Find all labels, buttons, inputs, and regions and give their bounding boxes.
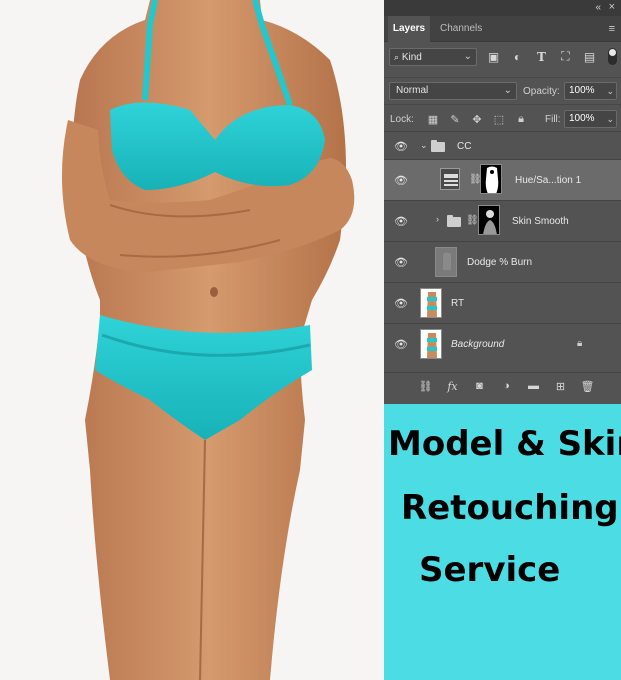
layer-thumbnail[interactable]	[420, 288, 442, 318]
layer-row-skin-smooth[interactable]: 👁︎ › ⛓︎ Skin Smooth	[384, 200, 621, 241]
kind-label: Kind	[401, 52, 422, 63]
visibility-eye-icon[interactable]: 👁︎	[394, 256, 410, 269]
adjustment-filter-icon[interactable]: ◐	[509, 48, 526, 65]
new-layer-icon[interactable]: ⊞	[551, 378, 570, 394]
promo-line-1: Model & Skin	[388, 424, 621, 464]
panel-title-bar: « ×	[384, 0, 621, 16]
chain-link-icon[interactable]: ⛓︎	[466, 215, 479, 226]
fill-label: Fill:	[545, 114, 561, 125]
promo-line-2: Retouching	[401, 488, 619, 528]
filter-row: ⌕ Kind ⌄ ▣ ◐ T ⛶ ▤	[384, 43, 621, 73]
panel-menu-icon[interactable]: ≡	[609, 23, 615, 35]
layer-row-background[interactable]: 👁︎ Background 🔒︎	[384, 323, 621, 364]
lock-all-icon[interactable]: 🔒︎	[513, 111, 529, 127]
layer-row-hue-saturation[interactable]: 👁︎ ⛓︎ Hue/Sa...tion 1	[384, 159, 621, 200]
chevron-right-icon[interactable]: ›	[436, 214, 439, 224]
visibility-eye-icon[interactable]: 👁︎	[394, 140, 410, 153]
blend-mode-value: Normal	[396, 85, 429, 96]
layer-name: RT	[451, 298, 465, 309]
layer-mask-thumbnail[interactable]	[480, 164, 502, 194]
collapse-panels-icon[interactable]: «	[595, 2, 601, 13]
lock-transparent-pixels-icon[interactable]: ▦	[425, 111, 441, 127]
layers-panel: « × Layers Channels ≡ ⌕ Kind ⌄ ▣ ◐ T ⛶ ▤…	[384, 0, 621, 404]
chevron-down-icon: ⌄	[503, 85, 512, 96]
chevron-down-icon: ⌄	[606, 114, 614, 124]
folder-icon	[447, 215, 461, 227]
filter-toggle[interactable]	[608, 48, 617, 65]
smart-object-filter-icon[interactable]: ▤	[581, 48, 598, 65]
layer-mask-thumbnail[interactable]	[478, 205, 500, 235]
panel-tabs: Layers Channels ≡	[384, 16, 621, 42]
type-filter-icon[interactable]: T	[533, 48, 550, 65]
fill-value: 100%	[569, 113, 595, 124]
new-group-icon[interactable]: ▬	[524, 378, 543, 394]
opacity-value: 100%	[569, 85, 595, 96]
lock-label: Lock:	[390, 114, 414, 125]
layer-row-rt[interactable]: 👁︎ RT	[384, 282, 621, 323]
folder-icon	[431, 140, 445, 152]
image-filter-icon[interactable]: ▣	[485, 48, 502, 65]
blend-row: Normal ⌄ Opacity: 100% ⌄	[384, 77, 621, 103]
visibility-eye-icon[interactable]: 👁︎	[394, 297, 410, 310]
link-layers-icon[interactable]: ⛓︎	[416, 378, 435, 394]
chevron-down-icon: ⌄	[463, 51, 472, 62]
lock-image-pixels-icon[interactable]: ✎	[447, 111, 463, 127]
layer-thumbnail[interactable]	[420, 329, 442, 359]
visibility-eye-icon[interactable]: 👁︎	[394, 215, 410, 228]
fill-field[interactable]: 100% ⌄	[564, 110, 617, 128]
opacity-field[interactable]: 100% ⌄	[564, 82, 617, 100]
model-photo	[0, 0, 384, 680]
trash-icon[interactable]: 🗑︎	[578, 378, 597, 394]
adjustment-thumbnail-icon	[440, 168, 460, 190]
layers-bottom-toolbar: ⛓︎ fx ◙ ◑ ▬ ⊞ 🗑︎	[384, 372, 621, 398]
promo-line-3: Service	[419, 550, 561, 590]
layer-name: Background	[451, 339, 505, 350]
layer-row-cc[interactable]: 👁︎ ⌄ CC	[384, 131, 621, 159]
visibility-eye-icon[interactable]: 👁︎	[394, 174, 410, 187]
tab-layers[interactable]: Layers	[388, 16, 430, 42]
close-panel-icon[interactable]: ×	[609, 1, 615, 13]
layer-thumbnail[interactable]	[435, 247, 457, 277]
mask-icon[interactable]: ◙	[470, 378, 489, 394]
shape-filter-icon[interactable]: ⛶	[557, 48, 574, 65]
lock-icon: 🔒︎	[577, 338, 583, 349]
visibility-eye-icon[interactable]: 👁︎	[394, 338, 410, 351]
lock-position-icon[interactable]: ✥	[469, 111, 485, 127]
layer-row-dodge-burn[interactable]: 👁︎ Dodge % Burn	[384, 241, 621, 282]
promo-banner: Model & Skin Retouching Service	[384, 404, 621, 680]
layer-name: CC	[457, 141, 472, 152]
chevron-down-icon: ⌄	[606, 86, 614, 96]
adjustment-layer-icon[interactable]: ◑	[497, 378, 516, 394]
blend-mode-select[interactable]: Normal ⌄	[389, 82, 517, 100]
kind-filter-select[interactable]: ⌕ Kind ⌄	[389, 48, 477, 66]
layer-name: Dodge % Burn	[467, 257, 533, 268]
model-illustration	[61, 0, 355, 680]
chevron-down-icon[interactable]: ⌄	[420, 140, 428, 151]
search-icon: ⌕	[394, 52, 400, 62]
lock-artboard-icon[interactable]: ⬚	[491, 111, 507, 127]
opacity-label: Opacity:	[523, 86, 560, 97]
layer-name: Hue/Sa...tion 1	[515, 175, 582, 186]
lock-row: Lock: ▦ ✎ ✥ ⬚ 🔒︎ Fill: 100% ⌄	[384, 104, 621, 132]
layer-name: Skin Smooth	[512, 216, 569, 227]
tab-channels[interactable]: Channels	[440, 16, 482, 42]
fx-icon[interactable]: fx	[443, 378, 462, 394]
